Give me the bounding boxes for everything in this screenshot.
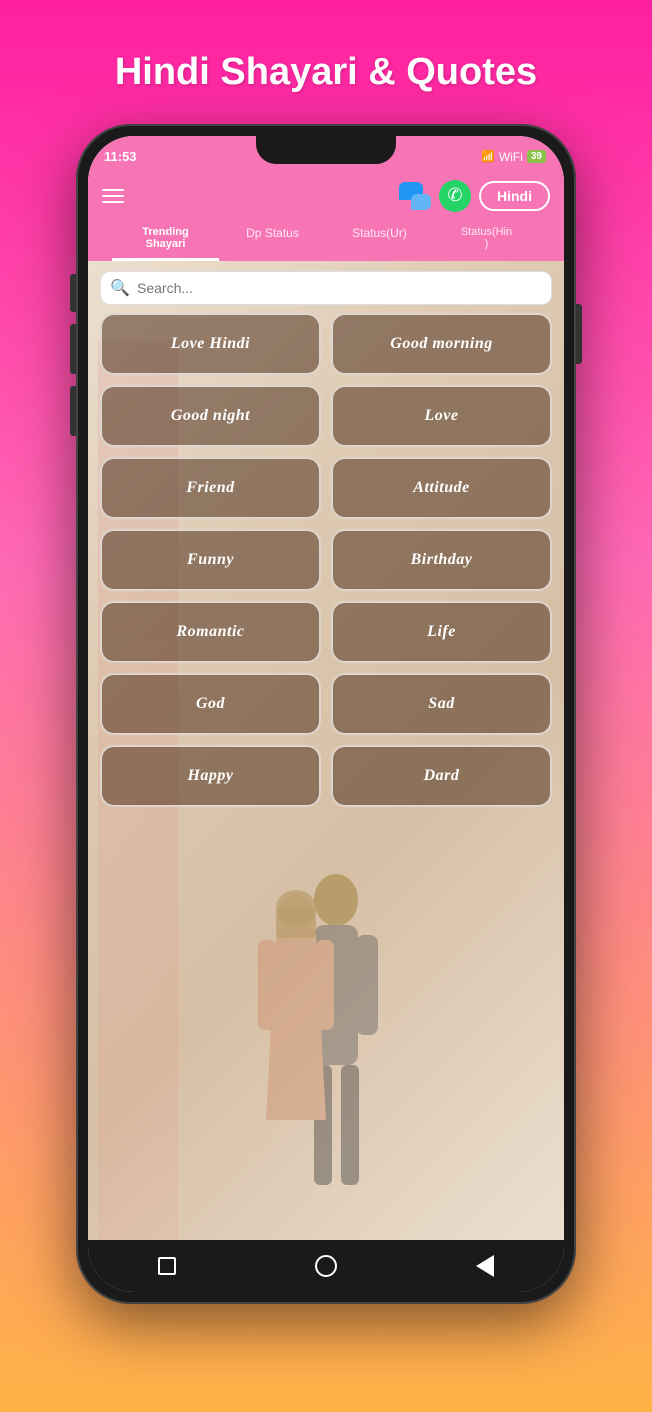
category-good-morning[interactable]: Good morning bbox=[331, 313, 552, 375]
volume-down-button bbox=[70, 386, 76, 436]
category-attitude[interactable]: Attitude bbox=[331, 457, 552, 519]
category-friend[interactable]: Friend bbox=[100, 457, 321, 519]
chat-bubble2 bbox=[411, 194, 431, 210]
category-good-night[interactable]: Good night bbox=[100, 385, 321, 447]
category-romantic[interactable]: Romantic bbox=[100, 601, 321, 663]
wifi-icon: WiFi bbox=[499, 150, 523, 164]
status-time: 11:53 bbox=[104, 149, 137, 164]
categories-grid: Love Hindi Good morning Good night Love … bbox=[88, 313, 564, 819]
content-area: 🔍 Love Hindi Good morning Good night Lov… bbox=[88, 261, 564, 1240]
category-happy[interactable]: Happy bbox=[100, 745, 321, 807]
tab-trending-shayari[interactable]: TrendingShayari bbox=[112, 220, 219, 261]
search-bar: 🔍 bbox=[100, 271, 552, 305]
phone-screen: 11:53 📶 WiFi 39 bbox=[88, 136, 564, 1292]
triangle-icon bbox=[476, 1255, 494, 1277]
category-god[interactable]: God bbox=[100, 673, 321, 735]
header-top: ✆ Hindi bbox=[102, 180, 550, 212]
chat-icon[interactable] bbox=[399, 182, 431, 210]
nav-back-button[interactable] bbox=[471, 1252, 499, 1280]
couple-silhouette bbox=[186, 840, 466, 1240]
category-funny[interactable]: Funny bbox=[100, 529, 321, 591]
search-input[interactable] bbox=[100, 271, 552, 305]
category-dard[interactable]: Dard bbox=[331, 745, 552, 807]
whatsapp-icon[interactable]: ✆ bbox=[439, 180, 471, 212]
volume-up-button bbox=[70, 324, 76, 374]
power-button bbox=[576, 304, 582, 364]
signal-icon: 📶 bbox=[481, 150, 495, 163]
whatsapp-symbol: ✆ bbox=[447, 185, 462, 206]
hamburger-menu-button[interactable] bbox=[102, 189, 124, 203]
nav-square-button[interactable] bbox=[153, 1252, 181, 1280]
app-header: ✆ Hindi TrendingShayari Dp Status Status… bbox=[88, 174, 564, 261]
square-icon bbox=[158, 1257, 176, 1275]
volume-silent-button bbox=[70, 274, 76, 312]
header-icons: ✆ Hindi bbox=[399, 180, 550, 212]
circle-icon bbox=[315, 1255, 337, 1277]
tab-status-ur[interactable]: Status(Ur) bbox=[326, 220, 433, 261]
bottom-nav bbox=[88, 1240, 564, 1292]
phone-shell: 11:53 📶 WiFi 39 bbox=[76, 124, 576, 1304]
category-sad[interactable]: Sad bbox=[331, 673, 552, 735]
category-birthday[interactable]: Birthday bbox=[331, 529, 552, 591]
page-title: Hindi Shayari & Quotes bbox=[115, 50, 537, 96]
status-icons: 📶 WiFi 39 bbox=[481, 150, 546, 164]
hindi-language-button[interactable]: Hindi bbox=[479, 181, 550, 211]
search-icon: 🔍 bbox=[110, 278, 130, 298]
category-life[interactable]: Life bbox=[331, 601, 552, 663]
category-love[interactable]: Love bbox=[331, 385, 552, 447]
tabs-bar: TrendingShayari Dp Status Status(Ur) Sta… bbox=[102, 220, 550, 261]
tab-dp-status[interactable]: Dp Status bbox=[219, 220, 326, 261]
tab-status-hin[interactable]: Status(Hin) bbox=[433, 220, 540, 261]
nav-circle-button[interactable] bbox=[312, 1252, 340, 1280]
notch bbox=[256, 136, 396, 164]
category-love-hindi[interactable]: Love Hindi bbox=[100, 313, 321, 375]
battery-icon: 39 bbox=[527, 150, 546, 163]
